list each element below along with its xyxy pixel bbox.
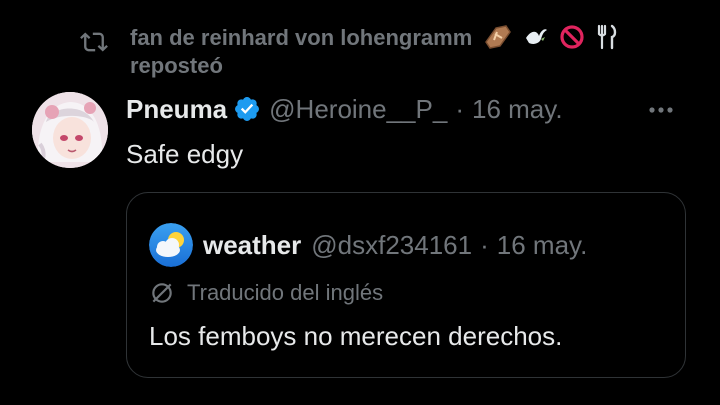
repost-label[interactable]: fan de reinhard von lohengramm reposteó	[130, 24, 650, 80]
tweet-header: Pneuma @Heroine__P_ · 16 may.	[126, 92, 563, 126]
quoted-separator-dot: ·	[480, 230, 489, 260]
quoted-tweet-text: Los femboys no merecen derechos.	[149, 321, 563, 351]
quoted-author-handle[interactable]: @dsxf234161	[311, 228, 472, 262]
translation-label[interactable]: Traducido del inglés	[149, 278, 383, 308]
prohibited-emoji	[560, 25, 584, 49]
verified-badge-icon[interactable]	[233, 95, 261, 123]
quoted-tweet-date[interactable]: 16 may.	[497, 228, 588, 262]
quoted-author-name[interactable]: weather	[203, 228, 301, 262]
author-name[interactable]: Pneuma	[126, 92, 227, 126]
repost-action: reposteó	[130, 53, 223, 78]
tweet-text: Safe edgy	[126, 139, 244, 169]
globe-icon	[152, 283, 172, 303]
anime-avatar[interactable]	[32, 92, 108, 168]
weather-avatar[interactable]	[149, 223, 193, 267]
fork-knife-emoji	[597, 24, 616, 50]
coffin-emoji	[485, 25, 512, 49]
tweet-date[interactable]: 16 may.	[472, 92, 563, 126]
quoted-tweet-card[interactable]: weather @dsxf234161 · 16 may. Traducido …	[126, 192, 686, 378]
repost-user-name[interactable]: fan de reinhard von lohengramm	[130, 25, 472, 50]
more-icon[interactable]	[648, 106, 674, 114]
separator-dot: ·	[455, 94, 464, 124]
quoted-tweet-header: weather @dsxf234161 · 16 may.	[149, 223, 587, 267]
repost-context: fan de reinhard von lohengramm reposteó	[80, 24, 650, 80]
repost-icon	[80, 32, 108, 52]
author-handle[interactable]: @Heroine__P_	[269, 92, 447, 126]
dove-emoji	[525, 29, 547, 44]
translation-text: Traducido del inglés	[187, 280, 384, 305]
